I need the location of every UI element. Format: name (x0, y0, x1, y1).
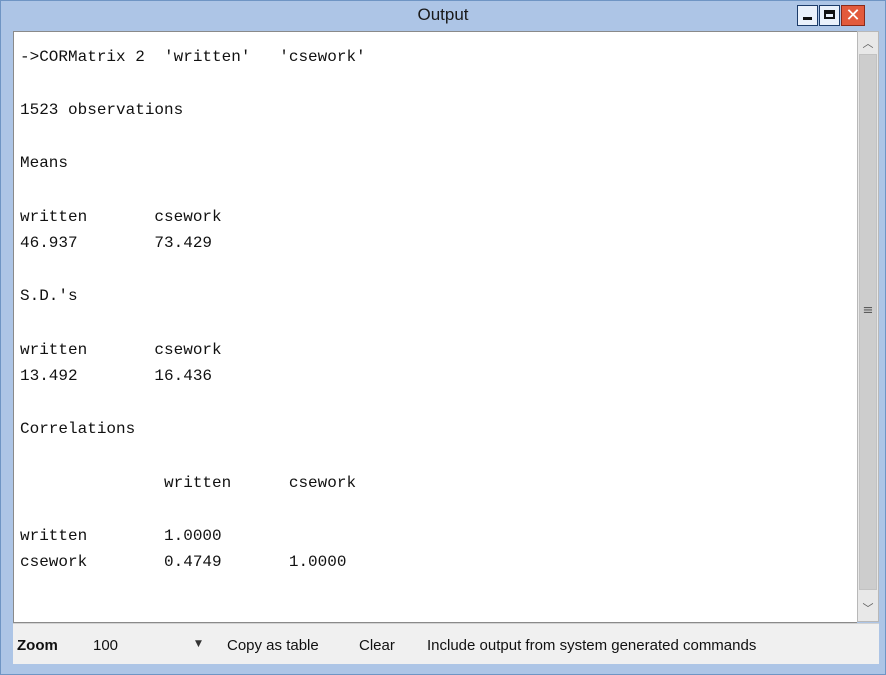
close-button[interactable]: ✕ (841, 5, 865, 26)
chevron-down-icon[interactable]: ﹀ (858, 599, 878, 619)
minimize-button[interactable] (797, 5, 818, 26)
chevron-up-icon[interactable]: ︿ (858, 34, 878, 54)
output-line-means-heading: Means (20, 154, 69, 173)
output-line-blank (20, 390, 366, 417)
minimize-icon (803, 17, 812, 20)
output-line-blank (20, 443, 366, 470)
output-line-blank (20, 310, 366, 337)
output-line-blank (20, 124, 366, 151)
output-window: Output ✕ ->CORMatrix 2 'written' 'csewor… (0, 0, 886, 675)
maximize-button[interactable] (819, 5, 840, 26)
output-line-means-values: 46.937 73.429 (20, 234, 213, 253)
output-line-observations: 1523 observations (20, 101, 184, 120)
zoom-value: 100 (93, 637, 119, 654)
output-line-correlations-heading: Correlations (20, 420, 136, 439)
maximize-icon (824, 10, 835, 19)
scrollbar-thumb[interactable]: ≡ (859, 54, 877, 590)
output-line-blank (20, 177, 366, 204)
close-icon: ✕ (845, 5, 861, 26)
output-line-blank (20, 71, 366, 98)
zoom-dropdown[interactable]: 100 ▼ (93, 634, 205, 656)
output-line-blank (20, 257, 366, 284)
output-line-blank (20, 496, 366, 523)
output-line-sd-heading: S.D.'s (20, 287, 78, 306)
output-text-area[interactable]: ->CORMatrix 2 'written' 'csework' 1523 ob… (13, 31, 857, 623)
output-text: ->CORMatrix 2 'written' 'csework' 1523 ob… (20, 44, 366, 576)
output-line-correlations-header: written csework (20, 473, 357, 492)
window-title: Output (417, 5, 469, 24)
output-line-sd-header: written csework (20, 340, 222, 359)
output-line-correlations-row-csework: csework 0.4749 1.0000 (20, 553, 347, 572)
include-system-output-toggle[interactable]: Include output from system generated com… (427, 637, 756, 654)
output-line-means-header: written csework (20, 207, 222, 226)
zoom-label: Zoom (17, 637, 58, 654)
title-bar[interactable]: Output ✕ (1, 1, 885, 31)
clear-button[interactable]: Clear (359, 637, 395, 654)
copy-as-table-button[interactable]: Copy as table (227, 637, 319, 654)
dropdown-arrow-icon[interactable]: ▼ (195, 639, 202, 649)
vertical-scrollbar[interactable]: ︿ ≡ ﹀ (857, 31, 879, 622)
bottom-toolbar: Zoom 100 ▼ Copy as table Clear Include o… (13, 623, 879, 664)
output-line-correlations-row-written: written 1.0000 (20, 526, 222, 545)
output-line-sd-values: 13.492 16.436 (20, 367, 213, 386)
grip-icon: ≡ (862, 303, 874, 318)
output-line-command: ->CORMatrix 2 'written' 'csework' (20, 48, 366, 66)
